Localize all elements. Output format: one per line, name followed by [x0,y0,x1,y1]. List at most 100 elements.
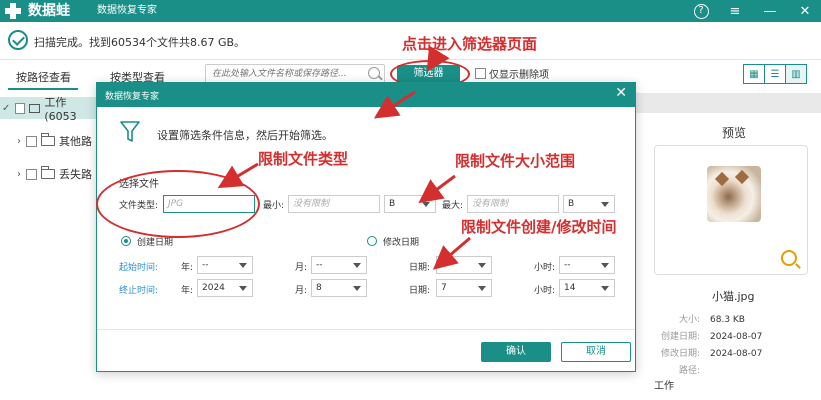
confirm-button[interactable]: 确认 [481,342,551,362]
day-label: 日期: [409,263,431,273]
show-deleted-label: 仅显示删除项 [489,70,549,81]
modified-date-radio[interactable] [367,236,377,246]
annotation-limit-type: 限制文件类型 [258,150,349,168]
min-size-input[interactable]: 没有限制 [288,195,380,213]
start-time-label: 起始时间: [119,263,159,273]
list-view-icon[interactable]: ☰ [765,65,786,83]
cat-thumbnail-image [707,166,761,222]
end-hour-select[interactable]: 14 [559,279,615,297]
preview-panel [654,145,808,275]
dialog-intro-text: 设置筛选条件信息，然后开始筛选。 [157,129,333,142]
search-input[interactable] [206,65,356,82]
min-unit-value: B [389,199,396,209]
annotation-click-filter: 点击进入筛选器页面 [402,35,538,53]
end-hour-value: 14 [564,283,576,293]
chevron-down-icon [478,263,486,268]
start-day-value: -- [441,260,448,270]
start-hour-value: -- [564,260,571,270]
annotation-limit-time: 限制文件创建/修改时间 [461,218,617,236]
chevron-down-icon[interactable]: ✓ [0,103,13,114]
end-day-select[interactable]: 7 [436,279,492,297]
app-name: 数据蛙 [28,3,70,19]
tree-item-checkbox[interactable] [26,168,37,180]
dialog-divider [97,329,635,330]
tree-item[interactable]: › 其他路 [0,130,96,152]
meta-size-row: 大小: 68.3 KB [654,312,814,325]
chevron-right-icon[interactable]: › [12,136,26,147]
chevron-down-icon [478,286,486,291]
chevron-down-icon [239,263,247,268]
tab-by-path[interactable]: 按路径查看 [16,69,71,85]
month-label: 月: [295,263,308,273]
grid-view-icon[interactable]: ▦ [744,65,765,83]
preview-title: 预览 [722,126,747,140]
start-hour-select[interactable]: -- [559,256,615,274]
modified-date-label: 修改日期 [383,238,420,248]
show-deleted-option[interactable]: 仅显示删除项 [475,66,549,81]
search-icon[interactable] [368,67,380,79]
max-size-input[interactable]: 没有限制 [467,195,559,213]
day-label: 日期: [409,286,431,296]
tree-root-item[interactable]: ✓ 工作 (6053 [0,96,96,123]
min-size-unit-select[interactable]: B [384,195,436,213]
active-tab-indicator [8,88,78,90]
dialog-close-icon[interactable]: ✕ [615,85,627,101]
end-year-select[interactable]: 2024 [197,279,253,297]
app-logo-icon [5,3,21,19]
close-button[interactable]: ✕ [790,0,820,22]
start-year-value: -- [202,260,209,270]
minimize-button[interactable]: — [755,0,785,22]
end-year-value: 2024 [202,283,225,293]
year-label: 年: [181,286,194,296]
tree-root-checkbox[interactable] [14,102,25,114]
chevron-right-icon[interactable]: › [12,169,26,180]
tree-item-checkbox[interactable] [26,135,37,147]
meta-path-value: 工作 [654,381,674,392]
start-day-select[interactable]: -- [436,256,492,274]
help-button[interactable]: ? [686,0,716,22]
app-subtitle: 数据恢复专家 [97,5,157,16]
tree-item-label: 其他路 [59,135,92,148]
annotation-limit-size: 限制文件大小范围 [455,152,576,170]
max-size-label: 最大: [442,201,464,211]
chevron-down-icon [353,286,361,291]
dialog-title: 数据恢复专家 [105,92,160,102]
menu-button[interactable]: ≡ [720,0,750,22]
start-month-value: -- [316,260,323,270]
month-label: 月: [295,286,308,296]
chevron-down-icon [353,263,361,268]
end-month-value: 8 [316,283,322,293]
show-deleted-checkbox[interactable] [475,68,486,79]
view-mode-switcher: ▦ ☰ ▥ [743,64,807,84]
zoom-icon[interactable] [781,250,797,266]
meta-value: 2024-08-07 [710,332,763,342]
meta-key: 大小: [678,315,700,325]
meta-key: 修改日期: [660,349,700,359]
folder-icon [41,133,55,146]
tree-root-label: 工作 (6053 [44,95,77,123]
end-day-value: 7 [441,283,447,293]
search-box [205,64,385,83]
help-icon: ? [693,3,709,19]
table-header-strip [636,93,821,113]
title-bar: 数据蛙 数据恢复专家 ? ≡ — ✕ [0,0,821,22]
chevron-down-icon [601,286,609,291]
start-year-select[interactable]: -- [197,256,253,274]
hour-label: 小时: [534,263,556,273]
drive-icon [28,103,41,113]
funnel-icon [120,121,140,142]
preview-file-name: 小猫.jpg [712,290,755,303]
cancel-button[interactable]: 取消 [561,342,631,362]
max-size-unit-select[interactable]: B [563,195,615,213]
end-month-select[interactable]: 8 [311,279,367,297]
meta-modified-row: 修改日期: 2024-08-07 [654,346,814,359]
scan-status-text: 扫描完成。找到60534个文件共8.67 GB。 [34,36,246,49]
chevron-down-icon [239,286,247,291]
tree-item[interactable]: › 丢失路 [0,163,96,185]
meta-value: 2024-08-07 [710,349,763,359]
detail-view-icon[interactable]: ▥ [786,65,806,83]
chevron-down-icon [601,263,609,268]
meta-path-row: 路径: [654,363,814,376]
start-month-select[interactable]: -- [311,256,367,274]
created-date-radio[interactable] [121,236,131,246]
